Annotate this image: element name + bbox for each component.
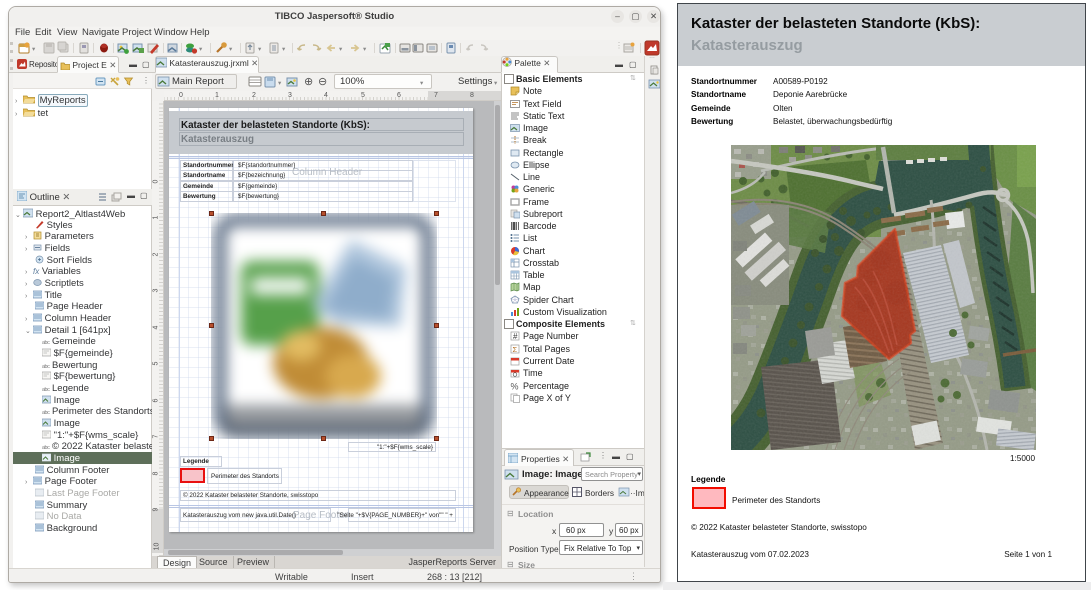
svg-text:Σ: Σ [513,345,518,354]
svg-text:%: % [511,381,519,391]
svg-text:#: # [513,332,518,341]
